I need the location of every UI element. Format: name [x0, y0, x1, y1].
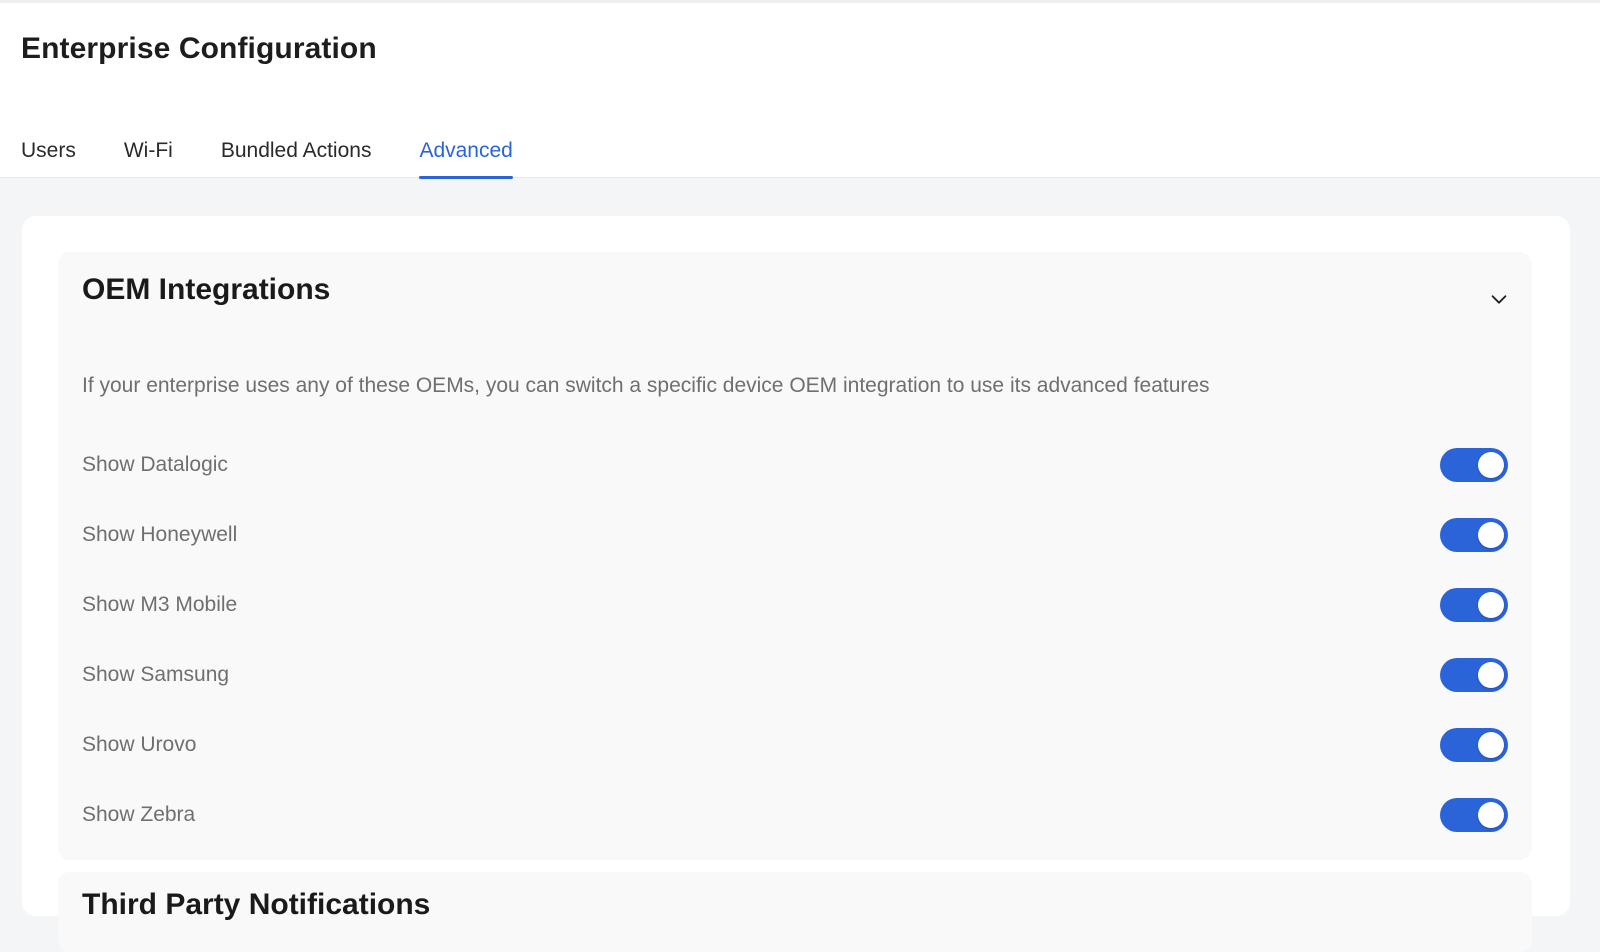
section-title: OEM Integrations [82, 273, 331, 306]
oem-toggle-list: Show Datalogic Show Honeywell Show M3 Mobi… [82, 430, 1508, 850]
header-bar: Enterprise Configuration Users Wi-Fi Bun… [0, 0, 1600, 181]
toggle-switch[interactable] [1440, 588, 1508, 622]
toggle-knob [1478, 522, 1504, 548]
tab-bar: Users Wi-Fi Bundled Actions Advanced [21, 133, 561, 181]
section-title: Third Party Notifications [82, 888, 431, 921]
third-party-notifications-section[interactable]: Third Party Notifications [58, 872, 1532, 952]
tab-users[interactable]: Users [21, 133, 76, 181]
toggle-label: Show Honeywell [82, 523, 238, 546]
tab-wifi[interactable]: Wi-Fi [124, 133, 173, 181]
list-item: Show Honeywell [82, 500, 1508, 570]
advanced-settings-card: OEM Integrations If your enterprise uses… [22, 216, 1570, 952]
list-item: Show M3 Mobile [82, 570, 1508, 640]
toggle-knob [1478, 592, 1504, 618]
toggle-label: Show Samsung [82, 663, 230, 686]
toggle-knob [1478, 662, 1504, 688]
tab-bundled-actions[interactable]: Bundled Actions [221, 133, 372, 181]
page-title: Enterprise Configuration [21, 32, 377, 65]
toggle-label: Show Datalogic [82, 453, 228, 476]
toggle-switch[interactable] [1440, 728, 1508, 762]
list-item: Show Datalogic [82, 430, 1508, 500]
toggle-switch[interactable] [1440, 658, 1508, 692]
toggle-switch[interactable] [1440, 448, 1508, 482]
toggle-switch[interactable] [1440, 798, 1508, 832]
section-description: If your enterprise uses any of these OEM… [82, 374, 1210, 397]
toggle-switch[interactable] [1440, 518, 1508, 552]
toggle-label: Show M3 Mobile [82, 593, 238, 616]
toggle-knob [1478, 452, 1504, 478]
list-item: Show Urovo [82, 710, 1508, 780]
list-item: Show Zebra [82, 780, 1508, 850]
toggle-knob [1478, 802, 1504, 828]
chevron-down-icon[interactable] [1488, 288, 1510, 310]
list-item: Show Samsung [82, 640, 1508, 710]
toggle-label: Show Zebra [82, 803, 196, 826]
tab-advanced[interactable]: Advanced [419, 133, 514, 181]
oem-integrations-section: OEM Integrations If your enterprise uses… [58, 252, 1532, 860]
toggle-label: Show Urovo [82, 733, 197, 756]
toggle-knob [1478, 732, 1504, 758]
